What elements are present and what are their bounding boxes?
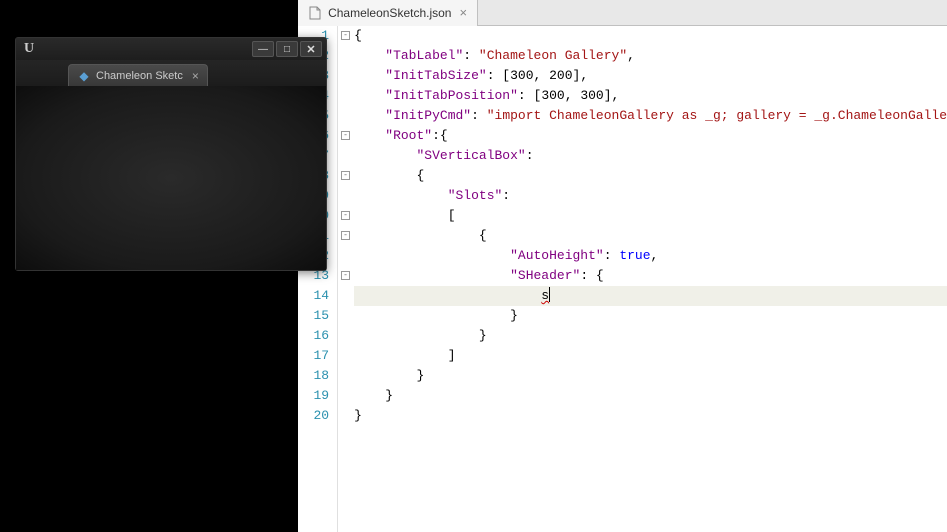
code-line[interactable]: "Root":{ xyxy=(354,126,947,146)
code-line[interactable]: } xyxy=(354,326,947,346)
line-number: 15 xyxy=(298,306,329,326)
code-line[interactable]: { xyxy=(354,26,947,46)
tab-plugin-icon: ◆ xyxy=(77,69,91,83)
fold-toggle-icon[interactable]: - xyxy=(341,31,350,40)
code-line[interactable]: [ xyxy=(354,206,947,226)
line-number: 18 xyxy=(298,366,329,386)
left-panel: U — □ ✕ ◆ Chameleon Sketc × xyxy=(0,0,298,532)
ue-tabbar: ◆ Chameleon Sketc × xyxy=(16,60,326,86)
fold-toggle-icon[interactable]: - xyxy=(341,171,350,180)
code-line[interactable]: "SVerticalBox": xyxy=(354,146,947,166)
fold-toggle-icon[interactable]: - xyxy=(341,271,350,280)
code-line[interactable]: "SHeader": { xyxy=(354,266,947,286)
editor-panel: ChameleonSketch.json × 12345678910111213… xyxy=(298,0,947,532)
code-line[interactable]: "InitPyCmd": "import ChameleonGallery as… xyxy=(354,106,947,126)
ue-window: U — □ ✕ ◆ Chameleon Sketc × xyxy=(15,37,327,271)
line-number: 20 xyxy=(298,406,329,426)
line-number: 17 xyxy=(298,346,329,366)
line-number: 14 xyxy=(298,286,329,306)
line-number: 19 xyxy=(298,386,329,406)
code-line[interactable]: "AutoHeight": true, xyxy=(354,246,947,266)
editor-tab[interactable]: ChameleonSketch.json × xyxy=(298,0,478,26)
code-line[interactable]: { xyxy=(354,166,947,186)
fold-column: - - - - - - xyxy=(338,26,354,532)
ue-tab-chameleon[interactable]: ◆ Chameleon Sketc × xyxy=(68,64,208,86)
code-line[interactable]: } xyxy=(354,306,947,326)
line-number: 16 xyxy=(298,326,329,346)
editor-body[interactable]: 1234567891011121314151617181920 ------ {… xyxy=(298,26,947,532)
code-line[interactable]: "InitTabPosition": [300, 300], xyxy=(354,86,947,106)
maximize-button[interactable]: □ xyxy=(276,41,298,57)
code-line[interactable]: ] xyxy=(354,346,947,366)
code-line[interactable]: } xyxy=(354,406,947,426)
editor-tabbar: ChameleonSketch.json × xyxy=(298,0,947,26)
close-button[interactable]: ✕ xyxy=(300,41,322,57)
code-line[interactable]: "Slots": xyxy=(354,186,947,206)
editor-tab-close-icon[interactable]: × xyxy=(459,5,467,20)
fold-toggle-icon[interactable]: - xyxy=(341,211,350,220)
ue-titlebar[interactable]: U — □ ✕ xyxy=(16,38,326,60)
fold-toggle-icon[interactable]: - xyxy=(341,231,350,240)
code-line[interactable]: } xyxy=(354,386,947,406)
minimize-button[interactable]: — xyxy=(252,41,274,57)
ue-tab-label: Chameleon Sketc xyxy=(96,70,183,82)
window-controls: — □ ✕ xyxy=(252,41,322,57)
ue-tab-close-icon[interactable]: × xyxy=(192,69,199,83)
code-line[interactable]: { xyxy=(354,226,947,246)
unreal-logo-icon: U xyxy=(20,40,38,58)
code-area[interactable]: { "TabLabel": "Chameleon Gallery", "Init… xyxy=(354,26,947,532)
code-line[interactable]: "TabLabel": "Chameleon Gallery", xyxy=(354,46,947,66)
code-line[interactable]: "InitTabSize": [300, 200], xyxy=(354,66,947,86)
json-file-icon xyxy=(308,6,322,20)
fold-toggle-icon[interactable]: - xyxy=(341,131,350,140)
code-line[interactable]: s xyxy=(354,286,947,306)
editor-tab-filename: ChameleonSketch.json xyxy=(328,6,451,20)
code-line[interactable]: } xyxy=(354,366,947,386)
ue-content-area[interactable] xyxy=(16,86,326,270)
